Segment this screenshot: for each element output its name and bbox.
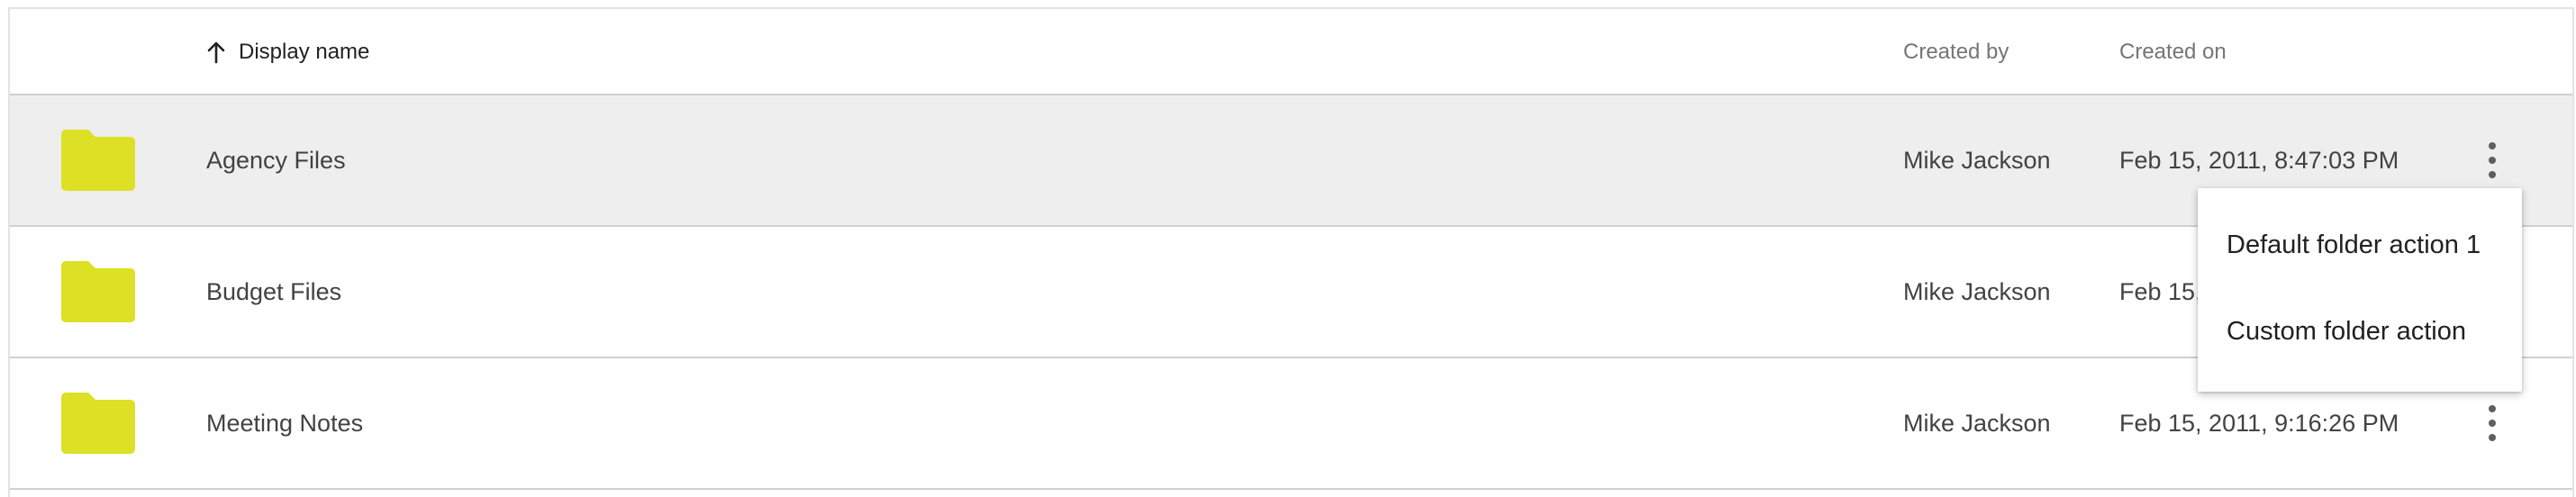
row-display-name: Budget Files [206,277,342,305]
folder-actions-menu: Default folder action 1 Custom folder ac… [2198,188,2522,392]
table-row[interactable]: Agency Files Mike Jackson Feb 15, 2011, … [10,95,2572,227]
column-header-created-by[interactable]: Created by [1903,9,2009,95]
row-created-by: Mike Jackson [1903,409,2051,437]
row-display-name: Meeting Notes [206,409,364,437]
more-vertical-icon [2489,405,2496,412]
menu-item-default-folder-action[interactable]: Default folder action 1 [2198,202,2522,288]
document-list: Display name Created by Created on Agenc… [8,7,2574,497]
column-header-display-name[interactable]: Display name [206,9,369,95]
more-vertical-icon-dot [2489,157,2496,164]
more-vertical-icon-dot [2489,434,2496,441]
more-vertical-icon [2489,142,2496,149]
table-header: Display name Created by Created on [10,9,2572,95]
row-created-by: Mike Jackson [1903,277,2051,305]
folder-icon [61,130,135,191]
row-created-by: Mike Jackson [1903,146,2051,174]
arrow-up-icon [207,41,225,64]
more-actions-button[interactable] [2478,142,2507,178]
more-actions-button[interactable] [2478,405,2507,441]
table-row[interactable]: Budget Files Mike Jackson Feb 15, [10,227,2572,358]
more-vertical-icon-dot [2489,171,2496,178]
row-display-name: Agency Files [206,146,346,174]
menu-item-custom-folder-action[interactable]: Custom folder action [2198,288,2522,375]
column-header-label: Display name [239,40,370,64]
table-row[interactable]: Meeting Notes Mike Jackson Feb 15, 2011,… [10,358,2572,490]
column-header-created-on[interactable]: Created on [2119,9,2227,95]
row-created-on: Feb 15, [2119,277,2202,305]
folder-icon [61,261,135,322]
folder-icon [61,393,135,454]
more-vertical-icon-dot [2489,420,2496,427]
